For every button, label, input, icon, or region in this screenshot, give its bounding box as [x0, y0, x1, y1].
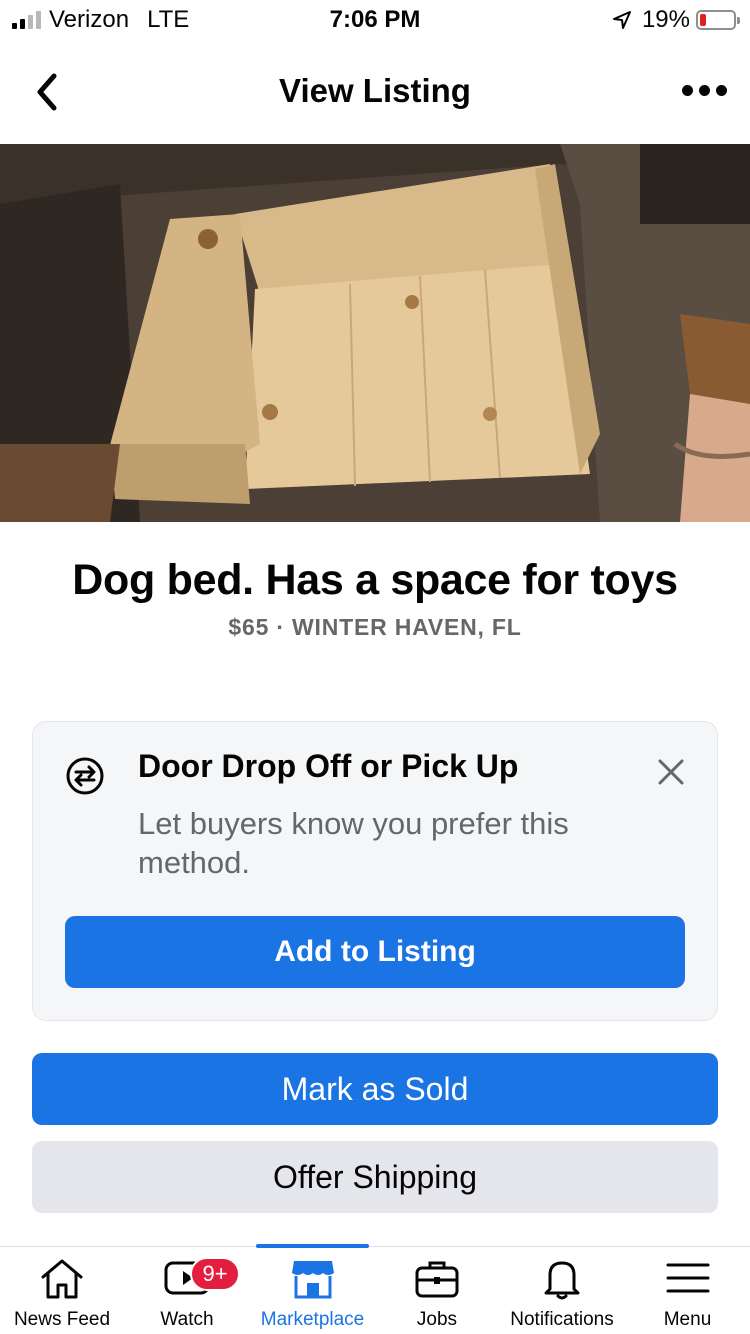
listing-price-location: $65 · WINTER HAVEN, FL	[228, 614, 522, 640]
listing-photo[interactable]	[0, 144, 750, 522]
swap-arrows-icon	[66, 757, 104, 795]
tab-marketplace[interactable]: Marketplace	[250, 1247, 375, 1334]
home-icon	[41, 1259, 83, 1299]
status-bar: Verizon LTE 7:06 PM 19%	[0, 0, 750, 40]
tab-label: Menu	[663, 1309, 712, 1330]
tab-jobs[interactable]: Jobs	[375, 1247, 499, 1334]
more-options-button[interactable]	[680, 78, 728, 102]
more-horizontal-icon	[681, 84, 693, 96]
bottom-tab-bar: News Feed Watch Marketplace Jobs Notific…	[0, 1244, 750, 1334]
bell-icon	[544, 1261, 580, 1300]
status-bar-right: 19%	[612, 6, 740, 34]
location-arrow-icon	[612, 11, 631, 29]
battery-icon	[696, 10, 740, 30]
listing-title: Dog bed. Has a space for toys	[72, 556, 678, 604]
card-close-button[interactable]	[657, 758, 685, 786]
shop-icon	[291, 1261, 334, 1299]
hamburger-menu-icon	[666, 1263, 709, 1293]
tab-label: Marketplace	[260, 1309, 365, 1330]
tab-label: Jobs	[416, 1309, 458, 1330]
tab-news-feed[interactable]: News Feed	[0, 1247, 124, 1334]
page-title: View Listing	[279, 72, 471, 109]
tab-label: Watch	[160, 1309, 214, 1330]
tab-notifications[interactable]: Notifications	[499, 1247, 625, 1334]
notification-badge: 9+	[190, 1257, 240, 1291]
add-to-listing-button[interactable]: Add to Listing	[65, 916, 685, 988]
mark-as-sold-button[interactable]: Mark as Sold	[32, 1053, 718, 1125]
briefcase-icon	[415, 1261, 459, 1298]
close-icon	[658, 759, 684, 785]
delivery-preference-card: Door Drop Off or Pick Up Let buyers know…	[32, 721, 718, 1021]
card-title: Door Drop Off or Pick Up	[138, 748, 519, 784]
tab-label: News Feed	[13, 1309, 111, 1330]
dog-bed-photo-image	[0, 144, 750, 522]
card-description: Let buyers know you prefer this method.	[138, 806, 569, 880]
tab-menu[interactable]: Menu	[625, 1247, 750, 1334]
tab-label: Notifications	[510, 1309, 614, 1330]
offer-shipping-button[interactable]: Offer Shipping	[32, 1141, 718, 1213]
navigation-bar: View Listing	[0, 40, 750, 144]
battery-percent: 19%	[641, 6, 690, 33]
